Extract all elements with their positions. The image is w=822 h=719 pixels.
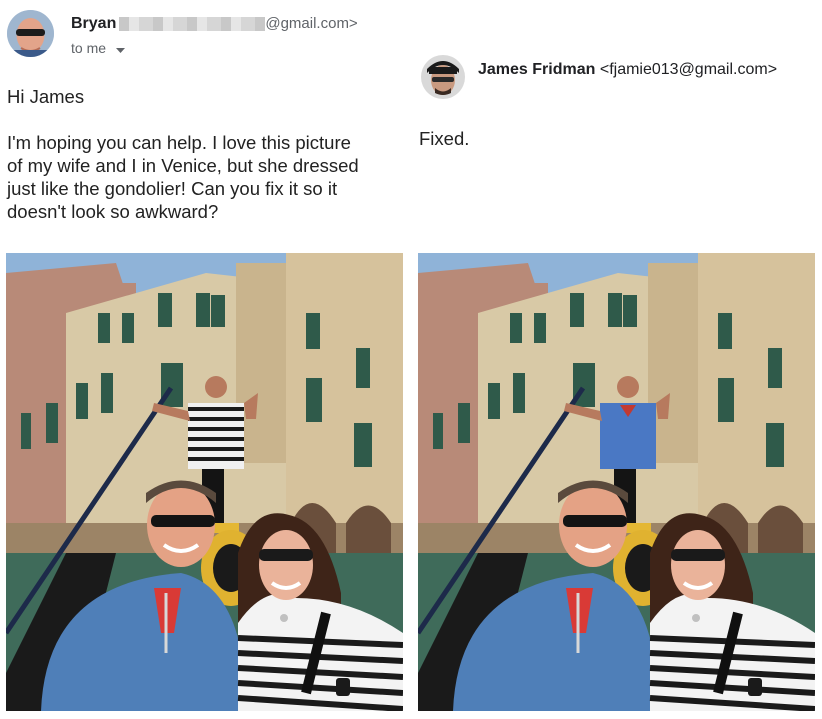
right-sender-line: James Fridman <fjamie013@gmail.com> xyxy=(478,61,777,79)
sender-name: Bryan xyxy=(71,15,117,32)
avatar-james[interactable] xyxy=(421,55,465,99)
photo-edited xyxy=(418,253,815,711)
sender-email-suffix: @gmail.com> xyxy=(265,15,358,32)
right-sender-name: James Fridman xyxy=(478,61,596,78)
reply-text: Fixed. xyxy=(419,128,470,149)
recipient-line[interactable]: to me xyxy=(71,40,125,57)
recipient-label: to me xyxy=(71,40,107,56)
body-line: doesn't look so awkward? xyxy=(7,201,219,222)
avatar-bryan[interactable] xyxy=(7,10,54,57)
body-line: I'm hoping you can help. I love this pic… xyxy=(7,132,351,153)
body-line: just like the gondolier! Can you fix it … xyxy=(7,178,338,199)
right-sender-email: <fjamie013@gmail.com> xyxy=(599,61,778,78)
greeting: Hi James xyxy=(7,86,85,107)
chevron-down-icon[interactable] xyxy=(115,41,125,57)
redacted-email xyxy=(119,16,266,31)
email-body: I'm hoping you can help. I love this pic… xyxy=(7,131,402,223)
body-line: of my wife and I in Venice, but she dres… xyxy=(7,155,359,176)
photo-original xyxy=(6,253,403,711)
sender-line: Bryan @gmail.com> xyxy=(71,15,358,33)
